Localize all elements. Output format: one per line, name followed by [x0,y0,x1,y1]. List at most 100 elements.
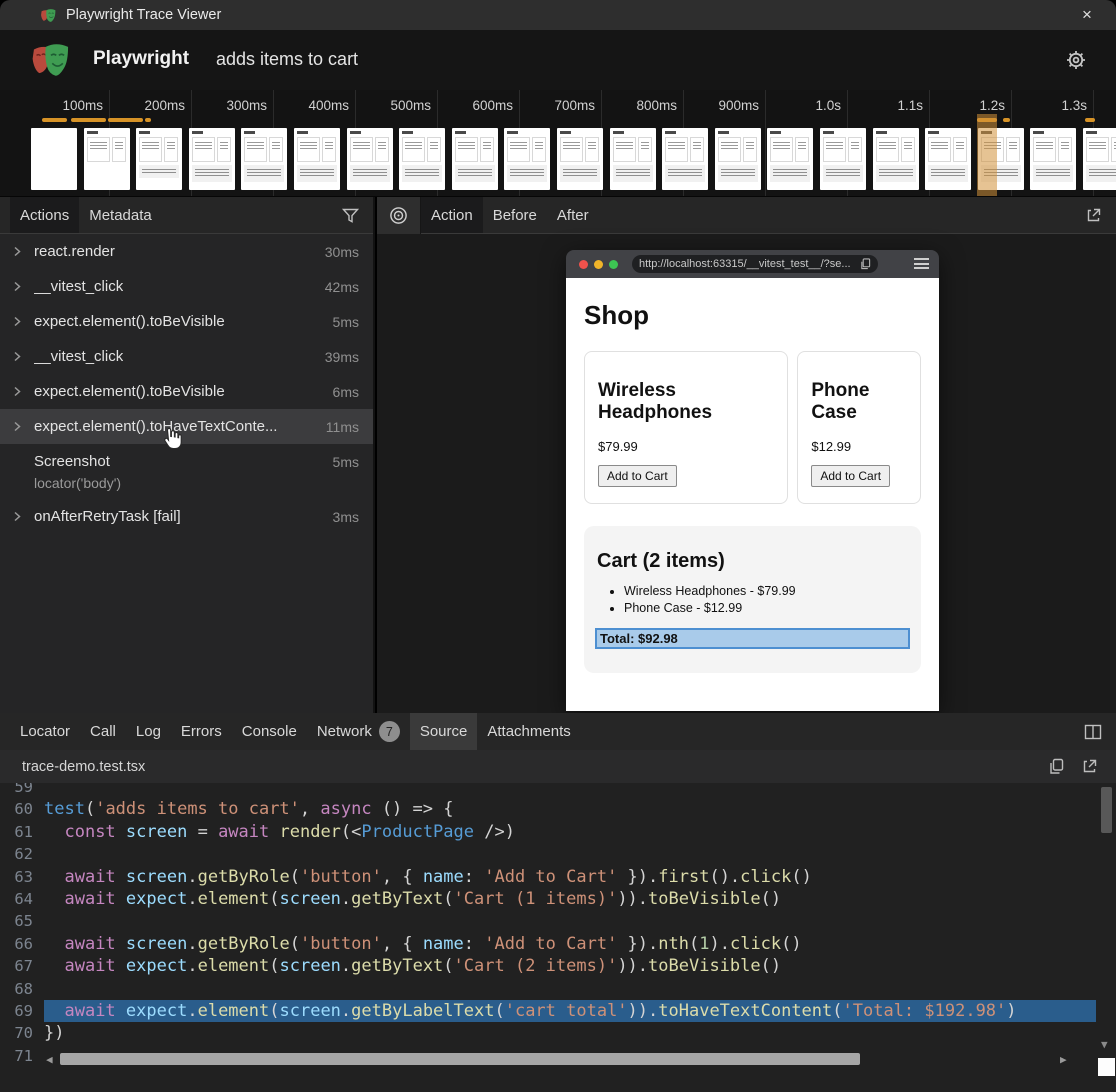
action-item-expect-element-tobevisible[interactable]: expect.element().toBeVisible5ms [0,304,373,339]
thumbnail-mini-cart [297,165,337,182]
tab-source[interactable]: Source [410,713,478,750]
timeline-strip[interactable]: 100ms200ms300ms400ms500ms600ms700ms800ms… [0,90,1116,197]
tab-metadata[interactable]: Metadata [79,197,162,233]
copy-icon[interactable] [1048,758,1065,775]
url-text: http://localhost:63315/__vitest_test__/?… [639,258,851,270]
action-row[interactable]: expect.element().toHaveTextConte...11ms [0,409,373,444]
action-item-onafterretrytask-fail-[interactable]: onAfterRetryTask [fail]3ms [0,499,373,534]
menu-icon[interactable] [914,258,929,272]
tab-network[interactable]: Network7 [307,713,410,750]
tab-before[interactable]: Before [483,197,547,233]
filmstrip-thumbnail[interactable] [662,128,708,190]
filmstrip-thumbnail[interactable] [504,128,550,190]
pick-locator-button[interactable] [377,197,421,234]
chevron-right-icon[interactable] [12,316,28,327]
filmstrip-thumbnail[interactable] [31,128,77,190]
action-item-react-render[interactable]: react.render30ms [0,234,373,269]
filmstrip-thumbnail[interactable] [84,128,130,190]
thumbnail-mini-card [823,137,846,162]
tab-errors[interactable]: Errors [171,713,232,750]
filmstrip-thumbnail[interactable] [241,128,287,190]
filmstrip-thumbnail[interactable] [136,128,182,190]
filmstrip-thumbnail[interactable] [399,128,445,190]
chevron-right-icon[interactable] [12,386,28,397]
thumbnail-mini-card [532,137,546,162]
chevron-right-icon[interactable] [12,281,28,292]
bottom-panel: LocatorCallLogErrorsConsoleNetwork7Sourc… [0,713,1116,1092]
thumbnail-mini-title [139,131,150,134]
action-item-screenshot[interactable]: Screenshot5mslocator('body') [0,444,373,499]
chevron-right-icon[interactable] [12,351,28,362]
thumbnail-mini-title [455,131,466,134]
filmstrip-thumbnail[interactable] [767,128,813,190]
thumbnail-mini-card [953,137,967,162]
scrollbar-corner [1098,1058,1115,1076]
tab-call[interactable]: Call [80,713,126,750]
action-item--vitest-click[interactable]: __vitest_click42ms [0,269,373,304]
scrollbar-thumb[interactable] [60,1053,860,1065]
split-view-icon[interactable] [1084,724,1102,740]
scroll-left-arrow-icon[interactable]: ◀ [46,1053,60,1066]
scroll-down-arrow-icon[interactable]: ▼ [1101,1038,1108,1051]
line-number: 66 [0,933,44,955]
tab-action[interactable]: Action [421,197,483,233]
horizontal-scrollbar[interactable]: ◀ ▶ [46,1051,1094,1067]
action-row[interactable]: Screenshot5ms [0,444,373,479]
tab-attachments[interactable]: Attachments [477,713,580,750]
filter-icon[interactable] [342,208,359,224]
thumbnail-mini-cart [718,165,758,182]
filmstrip-thumbnail[interactable] [347,128,393,190]
product-card: Wireless Headphones$79.99Add to Cart [584,351,788,504]
chevron-right-icon[interactable] [12,421,28,432]
action-row[interactable]: onAfterRetryTask [fail]3ms [0,499,373,534]
filmstrip-thumbnail[interactable] [189,128,235,190]
cart-item: Wireless Headphones - $79.99 [624,583,910,600]
action-row[interactable]: react.render30ms [0,234,373,269]
scrollbar-thumb[interactable] [1101,787,1112,833]
filmstrip-thumbnail[interactable] [610,128,656,190]
filmstrip-thumbnail[interactable] [1083,128,1116,190]
thumbnail-mini-card [718,137,741,162]
scroll-right-arrow-icon[interactable]: ▶ [1060,1053,1074,1066]
filmstrip-thumbnail[interactable] [557,128,603,190]
thumbnail-mini-cart [560,165,600,182]
action-item-expect-element-tobevisible[interactable]: expect.element().toBeVisible6ms [0,374,373,409]
thumbnail-mini-title [87,131,98,134]
test-title: adds items to cart [216,49,358,70]
action-row[interactable]: expect.element().toBeVisible5ms [0,304,373,339]
tab-actions[interactable]: Actions [10,197,79,233]
thumbnail-mini-title [1033,131,1044,134]
chevron-right-icon[interactable] [12,246,28,257]
filmstrip-thumbnail[interactable] [715,128,761,190]
open-external-icon[interactable] [1081,758,1098,775]
action-row[interactable]: expect.element().toBeVisible6ms [0,374,373,409]
action-row[interactable]: __vitest_click39ms [0,339,373,374]
tab-locator[interactable]: Locator [10,713,80,750]
timeline-tick-label: 600ms [421,98,513,113]
gear-icon[interactable] [1064,48,1088,72]
filmstrip-thumbnail[interactable] [452,128,498,190]
filmstrip-thumbnail[interactable] [925,128,971,190]
thumbnail-mini-card [375,137,389,162]
action-item-expect-element-tohavetextconte-[interactable]: expect.element().toHaveTextConte...11ms [0,409,373,444]
filmstrip-thumbnail[interactable] [1030,128,1076,190]
thumbnail-mini-cart [139,165,179,178]
open-external-icon[interactable] [1085,207,1102,224]
tab-log[interactable]: Log [126,713,171,750]
filmstrip-thumbnail[interactable] [873,128,919,190]
thumbnail-mini-cart [876,165,916,182]
tab-after[interactable]: After [547,197,599,233]
vertical-scrollbar[interactable]: ▼ [1099,783,1114,1053]
filmstrip-thumbnail[interactable] [294,128,340,190]
action-row[interactable]: __vitest_click42ms [0,269,373,304]
code-line: 63 await screen.getByRole('button', { na… [0,866,1096,888]
filmstrip-thumbnail[interactable] [820,128,866,190]
action-item--vitest-click[interactable]: __vitest_click39ms [0,339,373,374]
chevron-right-icon[interactable] [12,511,28,522]
close-icon[interactable]: × [1076,4,1098,26]
copy-icon[interactable] [860,258,871,270]
snapshot-page: Shop Wireless Headphones$79.99Add to Car… [566,278,939,711]
line-number: 63 [0,866,44,888]
action-label: Screenshot [34,453,110,470]
tab-console[interactable]: Console [232,713,307,750]
